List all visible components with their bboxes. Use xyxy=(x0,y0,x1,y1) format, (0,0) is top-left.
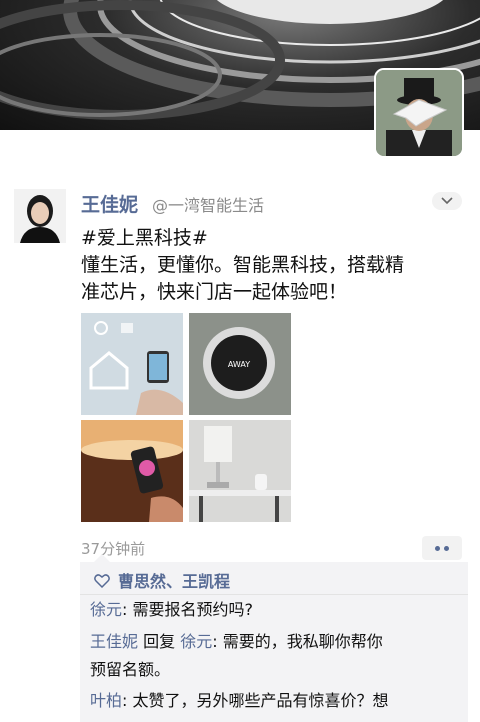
man-with-bird-icon xyxy=(376,70,462,156)
dot-icon xyxy=(435,545,440,551)
thermostat-display: AWAY xyxy=(228,360,250,369)
heart-icon xyxy=(94,573,110,588)
post-line: 准芯片，快来门店一起体验吧！ xyxy=(81,281,348,303)
photo-smart-lamp[interactable] xyxy=(81,420,183,522)
interaction-panel: 曹思然、王凯程 徐元: 需要报名预约吗? 王佳妮 回复 徐元: 需要的，我私聊你… xyxy=(80,554,468,722)
comment-item[interactable]: 叶柏: 太赞了，另外哪些产品有惊喜价？想 xyxy=(90,687,460,715)
divider xyxy=(80,594,468,595)
comment-text: 需要报名预约吗? xyxy=(132,600,254,619)
comment-item[interactable]: 王佳妮 回复 徐元: 需要的，我私聊你帮你 预留名额。 xyxy=(90,628,460,684)
photo-smart-speaker[interactable] xyxy=(189,420,291,522)
comment-separator: : xyxy=(212,632,223,651)
woman-portrait-icon xyxy=(14,189,66,243)
photo-smart-home-app[interactable] xyxy=(81,313,183,415)
comment-text: 需要的，我私聊你帮你 xyxy=(222,632,383,651)
post-text: #爱上黑科技# 懂生活，更懂你。智能黑科技，搭载精 准芯片，快来门店一起体验吧！ xyxy=(81,225,466,306)
likes-row: 曹思然、王凯程 xyxy=(94,568,230,592)
post-line: 懂生活，更懂你。智能黑科技，搭载精 xyxy=(81,254,405,276)
chevron-down-icon xyxy=(441,197,453,205)
author-name[interactable]: 王佳妮 xyxy=(81,190,138,217)
like-comment-button[interactable] xyxy=(422,536,462,560)
comment-text-continued: 预留名额。 xyxy=(90,660,171,679)
comment-author[interactable]: 徐元 xyxy=(90,600,122,619)
comment-item[interactable]: 徐元: 需要报名预约吗? xyxy=(90,596,460,624)
reply-to-name[interactable]: 徐元 xyxy=(180,632,212,651)
post-timestamp: 37分钟前 xyxy=(81,540,146,558)
comment-separator: : xyxy=(122,600,133,619)
reply-word: 回复 xyxy=(138,632,181,651)
profile-avatar[interactable] xyxy=(374,68,464,158)
thermostat-photo: AWAY xyxy=(189,313,291,415)
smart-home-photo xyxy=(81,313,183,415)
smart-lamp-photo xyxy=(81,420,183,522)
post-menu-button[interactable] xyxy=(432,192,462,210)
smart-speaker-photo xyxy=(189,420,291,522)
author-avatar[interactable] xyxy=(14,189,66,243)
comment-author[interactable]: 叶柏 xyxy=(90,691,122,710)
photo-thermostat[interactable]: AWAY xyxy=(189,313,291,415)
account-name[interactable]: @一湾智能生活 xyxy=(152,192,264,216)
comment-separator: : xyxy=(122,691,133,710)
comment-text: 太赞了，另外哪些产品有惊喜价？想 xyxy=(132,691,389,710)
likes-names[interactable]: 曹思然、王凯程 xyxy=(118,568,230,592)
comment-author[interactable]: 王佳妮 xyxy=(90,632,138,651)
dot-icon xyxy=(444,545,449,551)
post-hashtag[interactable]: #爱上黑科技# xyxy=(81,225,466,252)
